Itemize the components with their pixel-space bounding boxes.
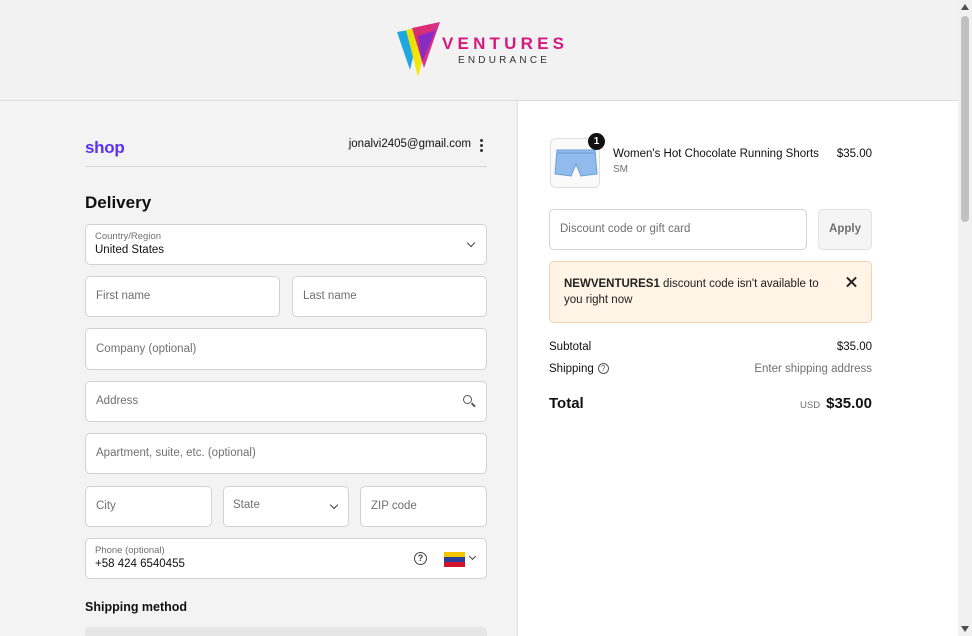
address-field[interactable]: Address bbox=[85, 381, 487, 422]
apartment-field[interactable]: Apartment, suite, etc. (optional) bbox=[85, 433, 487, 474]
city-field[interactable]: City bbox=[85, 486, 212, 527]
country-label: Country/Region bbox=[95, 231, 162, 242]
alert-message: NEWVENTURES1 discount code isn't availab… bbox=[564, 276, 832, 308]
close-icon[interactable] bbox=[844, 274, 860, 290]
brand-name: VENTURES bbox=[442, 34, 569, 53]
store-header: VENTURES ENDURANCE bbox=[0, 0, 958, 101]
subtotal-value: $35.00 bbox=[836, 341, 872, 353]
total-row: USD $35.00 bbox=[719, 395, 872, 412]
shipping-row: Shipping? bbox=[549, 363, 609, 375]
phone-field[interactable]: Phone (optional) +58 424 6540455 ? bbox=[85, 538, 487, 579]
help-icon[interactable]: ? bbox=[597, 363, 609, 375]
first-name-placeholder: First name bbox=[96, 290, 151, 302]
product-name: Women's Hot Chocolate Running Shorts bbox=[613, 148, 819, 160]
state-placeholder: State bbox=[233, 499, 260, 511]
zip-field[interactable]: ZIP code bbox=[360, 486, 487, 527]
city-placeholder: City bbox=[96, 500, 116, 512]
brand-subtitle: ENDURANCE bbox=[458, 55, 551, 66]
state-select[interactable]: State bbox=[223, 486, 349, 527]
discount-input[interactable]: Discount code or gift card bbox=[549, 209, 807, 250]
last-name-field[interactable]: Last name bbox=[292, 276, 487, 317]
account-email: jonalvi2405@gmail.com bbox=[348, 138, 471, 150]
product-variant: SM bbox=[613, 164, 628, 175]
product-price: $35.00 bbox=[836, 148, 872, 160]
account-menu-icon[interactable] bbox=[477, 139, 485, 153]
alert-code: NEWVENTURES1 bbox=[564, 278, 660, 290]
quantity-badge: 1 bbox=[588, 133, 605, 150]
help-icon[interactable]: ? bbox=[414, 552, 427, 565]
venezuela-flag-icon[interactable] bbox=[444, 552, 465, 567]
zip-placeholder: ZIP code bbox=[371, 500, 417, 512]
logo-mark-icon bbox=[397, 22, 440, 77]
page-scrollbar[interactable] bbox=[958, 0, 972, 636]
divider bbox=[85, 166, 487, 167]
discount-alert: NEWVENTURES1 discount code isn't availab… bbox=[549, 261, 872, 323]
search-icon[interactable] bbox=[463, 395, 476, 408]
apartment-placeholder: Apartment, suite, etc. (optional) bbox=[96, 447, 256, 459]
discount-placeholder: Discount code or gift card bbox=[560, 223, 691, 235]
company-field[interactable]: Company (optional) bbox=[85, 328, 487, 370]
delivery-heading: Delivery bbox=[85, 193, 152, 212]
shipping-label: Shipping bbox=[549, 363, 594, 375]
checkout-form-panel: shop jonalvi2405@gmail.com Delivery Coun… bbox=[0, 101, 518, 636]
first-name-field[interactable]: First name bbox=[85, 276, 280, 317]
shipping-value: Enter shipping address bbox=[754, 363, 872, 375]
shipping-method-heading: Shipping method bbox=[85, 600, 188, 614]
shipping-method-box bbox=[85, 627, 487, 636]
scroll-down-icon[interactable] bbox=[961, 626, 969, 632]
scrollbar-thumb[interactable] bbox=[961, 16, 969, 222]
phone-label: Phone (optional) bbox=[95, 545, 165, 556]
phone-value: +58 424 6540455 bbox=[95, 558, 185, 570]
company-placeholder: Company (optional) bbox=[96, 343, 197, 355]
subtotal-label: Subtotal bbox=[549, 341, 592, 353]
last-name-placeholder: Last name bbox=[303, 290, 357, 302]
total-currency: USD bbox=[800, 400, 821, 411]
apply-button[interactable]: Apply bbox=[818, 209, 872, 250]
address-placeholder: Address bbox=[96, 395, 139, 407]
total-value: $35.00 bbox=[826, 395, 872, 412]
chevron-down-icon bbox=[329, 500, 339, 510]
country-value: United States bbox=[95, 244, 165, 256]
total-label: Total bbox=[549, 395, 584, 412]
scroll-up-icon[interactable] bbox=[961, 4, 969, 10]
country-select[interactable]: Country/Region United States bbox=[85, 224, 487, 265]
store-logo[interactable]: VENTURES ENDURANCE bbox=[396, 22, 566, 80]
chevron-down-icon[interactable] bbox=[468, 552, 477, 561]
order-summary-panel: 1 Women's Hot Chocolate Running Shorts S… bbox=[519, 101, 958, 636]
chevron-down-icon bbox=[466, 238, 476, 248]
shop-pay-logo[interactable]: shop bbox=[85, 138, 125, 158]
